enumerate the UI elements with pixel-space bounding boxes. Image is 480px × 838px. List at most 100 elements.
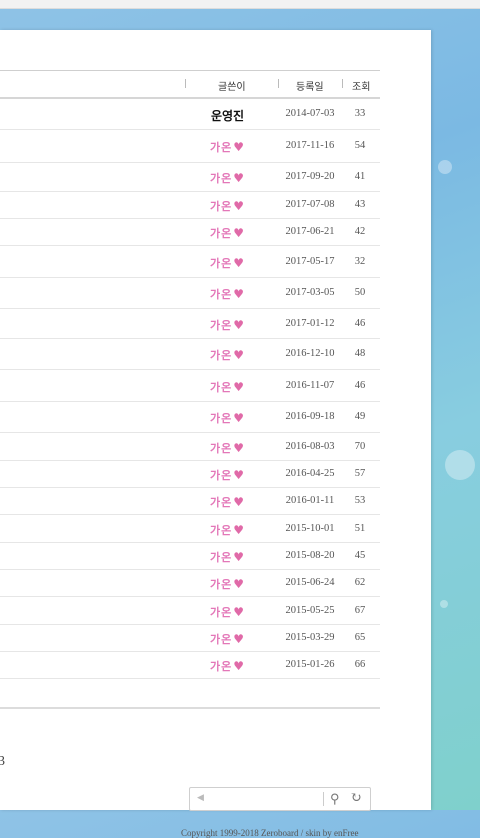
writer-label: 가온 xyxy=(209,349,233,362)
search-box[interactable]: ◀ ⚲ ↻ xyxy=(189,787,371,811)
heart-icon: ♥ xyxy=(233,226,245,240)
table-row[interactable]: 가온♥ 2015-08-20 45 xyxy=(0,543,380,570)
refresh-icon[interactable]: ↻ xyxy=(350,790,362,807)
table-row[interactable]: 가온♥ 2017-03-05 50 xyxy=(0,278,380,309)
writer-name[interactable]: 가온♥ xyxy=(205,522,250,538)
table-row[interactable]: 가온♥ 2017-01-12 46 xyxy=(0,309,380,339)
writer-name[interactable]: 가온♥ xyxy=(205,170,250,186)
writer-name[interactable]: 가온♥ xyxy=(205,198,250,214)
post-hits: 54 xyxy=(354,140,366,151)
writer-name[interactable]: 가온♥ xyxy=(205,410,250,426)
writer-name[interactable]: 가온♥ xyxy=(205,286,250,302)
browser-top-strip xyxy=(0,0,480,9)
writer-label: 가온 xyxy=(209,172,233,185)
table-row[interactable]: 가온♥ 2016-01-11 53 xyxy=(0,488,380,515)
post-rows: 운영진 2014-07-03 33 가온♥ 2017-11-16 54 가온♥ 2017-09… xyxy=(0,99,380,679)
writer-name[interactable]: 가온♥ xyxy=(205,379,250,395)
table-row[interactable]: 가온♥ 2017-06-21 42 xyxy=(0,219,380,246)
writer-name[interactable]: 가온♥ xyxy=(205,255,250,271)
table-row[interactable]: 가온♥ 2017-11-16 54 xyxy=(0,130,380,163)
post-date: 2017-09-20 xyxy=(285,171,335,182)
writer-label: 가온 xyxy=(209,141,233,154)
post-hits: 67 xyxy=(354,605,366,616)
writer-name[interactable]: 가온♥ xyxy=(205,494,250,510)
writer-name[interactable]: 가온♥ xyxy=(205,467,250,483)
table-row[interactable]: 가온♥ 2016-08-03 70 xyxy=(0,433,380,461)
table-row[interactable]: 가온♥ 2015-01-26 66 xyxy=(0,652,380,679)
post-hits: 70 xyxy=(354,441,366,452)
writer-name[interactable]: 가온♥ xyxy=(205,631,250,647)
page-number[interactable]: 3 xyxy=(0,754,5,770)
heart-icon: ♥ xyxy=(233,411,245,425)
background-sparkle xyxy=(438,160,452,174)
post-date: 2016-11-07 xyxy=(285,380,335,391)
writer-name[interactable]: 가온♥ xyxy=(205,139,250,155)
post-date: 2017-05-17 xyxy=(285,256,335,267)
writer-label: 가온 xyxy=(209,319,233,332)
table-row[interactable]: 운영진 2014-07-03 33 xyxy=(0,99,380,130)
writer-label: 가온 xyxy=(209,660,233,673)
table-row[interactable]: 가온♥ 2015-03-29 65 xyxy=(0,625,380,652)
heart-icon: ♥ xyxy=(233,287,245,301)
writer-name[interactable]: 가온♥ xyxy=(205,549,250,565)
writer-label: 가온 xyxy=(209,551,233,564)
table-row[interactable]: 가온♥ 2017-05-17 32 xyxy=(0,246,380,278)
header-writer[interactable]: 글쓴이 xyxy=(218,78,246,93)
background-sparkle xyxy=(445,450,475,480)
post-date: 2015-06-24 xyxy=(285,577,335,588)
list-header: 글쓴이 등록일 조회 xyxy=(0,70,380,99)
writer-label: 가온 xyxy=(209,578,233,591)
post-date: 2017-11-16 xyxy=(285,140,335,151)
writer-label: 가온 xyxy=(209,633,233,646)
table-row[interactable]: 가온♥ 2015-10-01 51 xyxy=(0,515,380,543)
writer-label: 가온 xyxy=(209,257,233,270)
post-date: 2016-04-25 xyxy=(285,468,335,479)
writer-name[interactable]: 가온♥ xyxy=(205,317,250,333)
writer-label: 가온 xyxy=(209,381,233,394)
search-icon[interactable]: ⚲ xyxy=(330,791,340,807)
writer-name[interactable]: 가온♥ xyxy=(205,658,250,674)
writer-name[interactable]: 가온♥ xyxy=(205,604,250,620)
caret-left-icon[interactable]: ◀ xyxy=(197,792,204,803)
post-hits: 32 xyxy=(354,256,366,267)
writer-label: 가온 xyxy=(209,442,233,455)
table-row[interactable]: 가온♥ 2017-09-20 41 xyxy=(0,163,380,192)
heart-icon: ♥ xyxy=(233,495,245,509)
post-hits: 66 xyxy=(354,659,366,670)
post-hits: 45 xyxy=(354,550,366,561)
post-hits: 42 xyxy=(354,226,366,237)
post-date: 2016-12-10 xyxy=(285,348,335,359)
post-hits: 33 xyxy=(354,108,366,119)
writer-name[interactable]: 가온♥ xyxy=(205,225,250,241)
table-row[interactable]: 가온♥ 2016-04-25 57 xyxy=(0,461,380,488)
header-hits[interactable]: 조회 xyxy=(352,78,370,93)
header-divider xyxy=(342,79,343,88)
header-date[interactable]: 등록일 xyxy=(296,78,324,93)
header-divider xyxy=(185,79,186,88)
writer-name[interactable]: 운영진 xyxy=(205,107,250,124)
writer-label: 가온 xyxy=(209,288,233,301)
post-date: 2015-03-29 xyxy=(285,632,335,643)
post-hits: 50 xyxy=(354,287,366,298)
writer-label: 가온 xyxy=(209,496,233,509)
list-bottom-border xyxy=(0,707,380,709)
post-date: 2017-06-21 xyxy=(285,226,335,237)
post-date: 2016-01-11 xyxy=(285,495,335,506)
table-row[interactable]: 가온♥ 2016-11-07 46 xyxy=(0,370,380,402)
post-hits: 57 xyxy=(354,468,366,479)
writer-name[interactable]: 가온♥ xyxy=(205,576,250,592)
post-date: 2016-08-03 xyxy=(285,441,335,452)
post-hits: 51 xyxy=(354,523,366,534)
writer-name[interactable]: 가온♥ xyxy=(205,347,250,363)
table-row[interactable]: 가온♥ 2017-07-08 43 xyxy=(0,192,380,219)
post-hits: 41 xyxy=(354,171,366,182)
writer-name[interactable]: 가온♥ xyxy=(205,440,250,456)
post-hits: 43 xyxy=(354,199,366,210)
table-row[interactable]: 가온♥ 2015-05-25 67 xyxy=(0,597,380,625)
header-divider xyxy=(278,79,279,88)
writer-label: 가온 xyxy=(209,227,233,240)
table-row[interactable]: 가온♥ 2016-12-10 48 xyxy=(0,339,380,370)
table-row[interactable]: 가온♥ 2016-09-18 49 xyxy=(0,402,380,433)
writer-label: 가온 xyxy=(209,200,233,213)
table-row[interactable]: 가온♥ 2015-06-24 62 xyxy=(0,570,380,597)
